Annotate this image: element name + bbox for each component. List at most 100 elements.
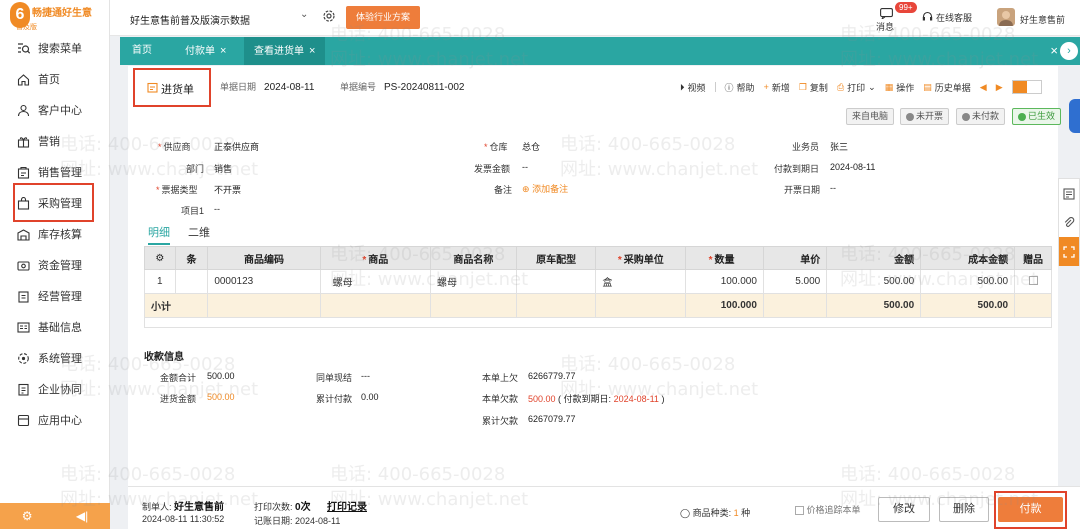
subtotal-row: 小计 100.000 500.00 500.00 bbox=[143, 293, 1052, 318]
table-row[interactable]: 1 0000123 螺母 螺母 盒 100.000 5.000 500.00 5… bbox=[144, 269, 1052, 294]
logo-name: 畅捷通好生意 bbox=[32, 8, 92, 19]
username[interactable]: 好生意售前 bbox=[1020, 13, 1065, 26]
list-view-icon[interactable] bbox=[1012, 81, 1027, 93]
sidebar-item-label: 销售管理 bbox=[38, 167, 82, 179]
form-icon[interactable] bbox=[1059, 179, 1079, 208]
purchase-highlight-frame bbox=[13, 183, 94, 222]
subtab-dimension2[interactable]: 二维 bbox=[188, 224, 210, 245]
card-view-icon[interactable] bbox=[1026, 81, 1041, 93]
column-header[interactable]: * 数量 bbox=[685, 246, 764, 270]
tab-home[interactable]: 首页 bbox=[122, 37, 162, 65]
column-header[interactable]: 单价 bbox=[762, 246, 828, 270]
column-header[interactable]: 商品编码 bbox=[207, 246, 321, 270]
model-cell[interactable] bbox=[515, 269, 597, 294]
price-cell[interactable]: 5.000 bbox=[762, 269, 828, 294]
column-header[interactable]: 商品名称 bbox=[429, 246, 517, 270]
quantity-cell[interactable]: 100.000 bbox=[685, 269, 764, 294]
goods-cell[interactable]: 螺母 bbox=[319, 269, 431, 294]
sidebar-item-customer[interactable]: 客户中心 bbox=[16, 99, 106, 121]
history-button[interactable]: ▤ 历史单据 bbox=[923, 81, 971, 94]
add-remark-link[interactable]: ⊕ 添加备注 bbox=[522, 182, 568, 195]
chevron-right-icon[interactable]: › bbox=[1060, 42, 1078, 60]
sidebar-item-operation[interactable]: 经营管理 bbox=[16, 285, 106, 307]
sidebar-item-apps[interactable]: 应用中心 bbox=[16, 409, 106, 431]
column-header[interactable]: * 商品 bbox=[319, 246, 431, 270]
prev-owed-label: 本单上欠 bbox=[482, 373, 519, 383]
avatar[interactable] bbox=[997, 8, 1015, 26]
gift-checkbox[interactable] bbox=[1014, 269, 1052, 294]
goods-name-cell[interactable]: 螺母 bbox=[429, 269, 517, 294]
tab-payment[interactable]: 付款单 × bbox=[175, 37, 236, 65]
operations-button[interactable]: ▦ 操作 bbox=[885, 81, 915, 94]
subtab-detail[interactable]: 明细 bbox=[148, 224, 170, 245]
gear-icon[interactable] bbox=[322, 9, 338, 25]
supplier-value[interactable]: 正泰供应商 bbox=[214, 140, 259, 153]
sidebar-item-marketing[interactable]: 营销 bbox=[16, 130, 106, 152]
pay-button[interactable]: 付款 bbox=[998, 497, 1063, 522]
print-count-value: 0次 bbox=[295, 502, 311, 513]
price-trace-checkbox[interactable]: 价格追踪本单 bbox=[795, 503, 861, 516]
attachment-icon[interactable] bbox=[1059, 208, 1079, 237]
video-button[interactable]: ⏵ 视频 bbox=[680, 81, 706, 94]
tab-label: 首页 bbox=[132, 45, 152, 56]
tab-view-purchase[interactable]: 查看进货单 × bbox=[244, 37, 326, 65]
cost-amount-cell[interactable]: 500.00 bbox=[920, 269, 1016, 294]
sidebar-item-basic-info[interactable]: 基础信息 bbox=[16, 316, 106, 338]
side-help-bubble[interactable] bbox=[1069, 99, 1080, 133]
sidebar-item-system[interactable]: 系统管理 bbox=[16, 347, 106, 369]
total-amount-label: 金额合计 bbox=[160, 373, 197, 383]
column-header[interactable]: 原车配型 bbox=[515, 246, 597, 270]
column-header[interactable]: 金额 bbox=[826, 246, 922, 270]
cum-paid-value: 0.00 bbox=[361, 392, 379, 402]
unit-cell[interactable]: 盒 bbox=[595, 269, 687, 294]
salesman-value[interactable]: 张三 bbox=[830, 140, 848, 153]
modify-button[interactable]: 修改 bbox=[878, 497, 930, 522]
warehouse-value[interactable]: 总仓 bbox=[522, 140, 540, 153]
checkbox-icon[interactable] bbox=[795, 506, 804, 516]
effective-status-label: 已生效 bbox=[1028, 111, 1056, 121]
due-date-value[interactable]: 2024-08-11 bbox=[830, 162, 875, 172]
help-button[interactable]: ⓘ 帮助 bbox=[725, 81, 755, 94]
invoice-date-value[interactable]: -- bbox=[830, 183, 836, 193]
sidebar-item-search-menu[interactable]: 搜索菜单 bbox=[16, 37, 106, 59]
industry-solution-button[interactable]: 体验行业方案 bbox=[346, 6, 420, 29]
sidebar-item-collab[interactable]: 企业协同 bbox=[16, 378, 106, 400]
amount-cell[interactable]: 500.00 bbox=[826, 269, 922, 294]
department-value[interactable]: 销售 bbox=[214, 162, 232, 175]
close-icon[interactable]: × bbox=[309, 45, 315, 57]
warehouse-icon bbox=[16, 227, 30, 241]
column-header[interactable]: * 采购单位 bbox=[595, 246, 687, 270]
close-all-tabs-icon[interactable]: × bbox=[1050, 43, 1058, 58]
copy-button[interactable]: ❐ 复制 bbox=[799, 81, 828, 94]
sidebar-item-home[interactable]: 首页 bbox=[16, 68, 106, 90]
view-toggle[interactable] bbox=[1011, 80, 1042, 94]
invoice-amount-value: -- bbox=[522, 162, 528, 172]
checkbox-icon[interactable] bbox=[1028, 275, 1038, 285]
column-header[interactable]: 赠品 bbox=[1014, 246, 1052, 270]
expand-icon[interactable] bbox=[1059, 237, 1079, 266]
column-settings-icon[interactable]: ⚙ bbox=[144, 246, 176, 270]
goods-code-cell[interactable]: 0000123 bbox=[207, 269, 321, 294]
sidebar-item-sales[interactable]: 销售管理 bbox=[16, 161, 106, 183]
company-selector[interactable]: 好生意售前普及版演示数据 bbox=[130, 12, 250, 27]
next-doc-button[interactable]: ▶ bbox=[996, 82, 1003, 93]
close-icon[interactable]: × bbox=[220, 45, 226, 57]
print-log-link[interactable]: 打印记录 bbox=[327, 498, 367, 513]
goods-table: ⚙ 条 商品编码 * 商品 商品名称 原车配型 * 采购单位 * 数量 单价 金额 成… bbox=[143, 246, 1052, 328]
collapse-sidebar-icon[interactable]: ◀| bbox=[76, 509, 88, 523]
print-button[interactable]: ⎙ 打印 ⌄ bbox=[837, 81, 876, 94]
prev-doc-button[interactable]: ◀ bbox=[980, 82, 987, 93]
online-service-button[interactable]: 在线客服 bbox=[922, 11, 972, 24]
project1-value[interactable]: -- bbox=[214, 204, 220, 214]
delete-button[interactable]: 删除 bbox=[939, 497, 989, 522]
chevron-down-icon[interactable]: ⌄ bbox=[300, 9, 308, 20]
status-dot-icon bbox=[906, 112, 914, 121]
sidebar-item-funds[interactable]: 资金管理 bbox=[16, 254, 106, 276]
column-header[interactable]: 成本金额 bbox=[920, 246, 1016, 270]
sidebar-item-inventory[interactable]: 库存核算 bbox=[16, 223, 106, 245]
column-header[interactable]: 条 bbox=[174, 246, 209, 270]
add-button[interactable]: + 新增 bbox=[764, 81, 790, 94]
sidebar-item-label: 库存核算 bbox=[38, 229, 82, 241]
settings-gear-icon[interactable]: ⚙ bbox=[22, 509, 33, 523]
invoice-type-value[interactable]: 不开票 bbox=[214, 183, 241, 196]
